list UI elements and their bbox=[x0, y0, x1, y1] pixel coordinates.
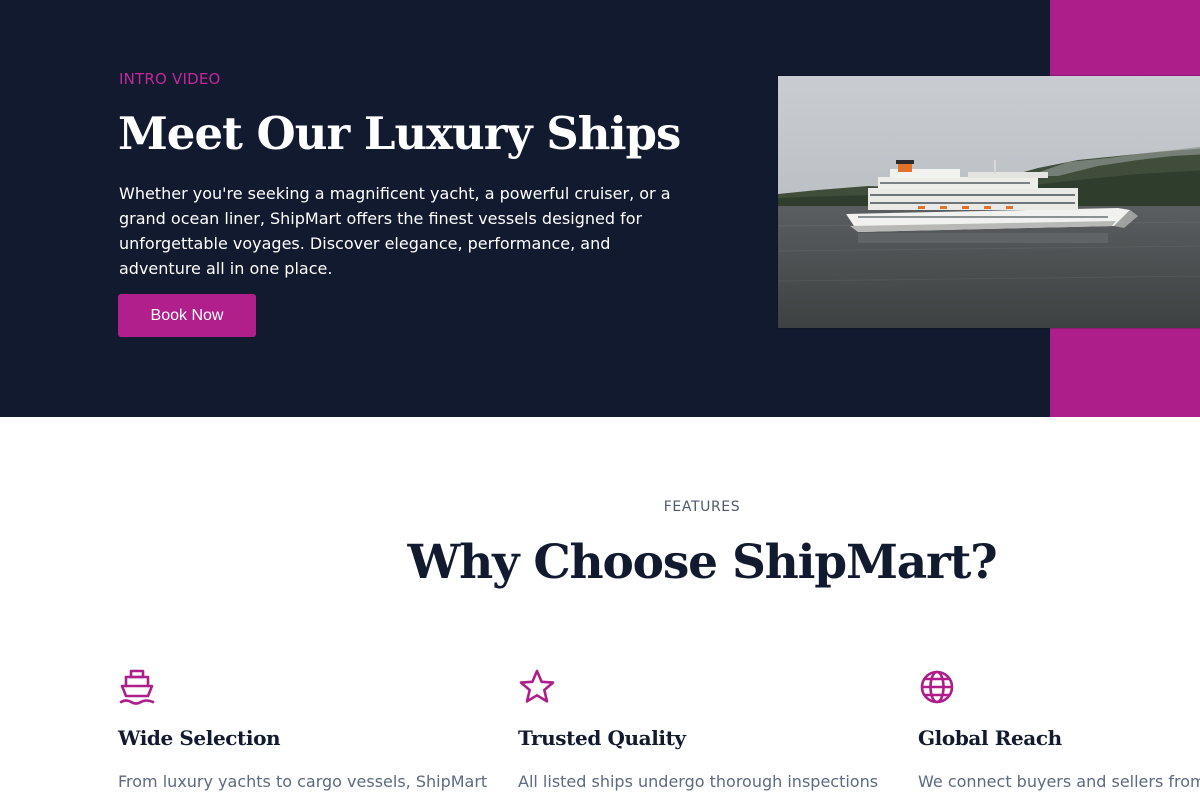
hero-title: Meet Our Luxury Ships bbox=[118, 107, 681, 160]
intro-video-thumbnail[interactable] bbox=[778, 76, 1200, 328]
feature-card-wide-selection: Wide Selection From luxury yachts to car… bbox=[118, 668, 498, 791]
star-icon bbox=[519, 669, 555, 703]
feature-title: Trusted Quality bbox=[518, 726, 686, 750]
globe-icon bbox=[920, 670, 954, 704]
feature-description: From luxury yachts to cargo vessels, Shi… bbox=[118, 772, 488, 791]
cruise-ship-image bbox=[778, 76, 1200, 328]
feature-description: All listed ships undergo thorough inspec… bbox=[518, 772, 879, 791]
intro-eyebrow: INTRO VIDEO bbox=[119, 70, 221, 88]
intro-video-section: INTRO VIDEO Meet Our Luxury Ships Whethe… bbox=[0, 0, 1200, 417]
features-eyebrow: FEATURES bbox=[663, 499, 741, 515]
hero-description: Whether you're seeking a magnificent yac… bbox=[119, 184, 671, 278]
ship-icon bbox=[119, 669, 155, 705]
feature-description: We connect buyers and sellers from bbox=[918, 772, 1200, 791]
feature-card-global-reach: Global Reach We connect buyers and selle… bbox=[918, 668, 1200, 791]
feature-title: Wide Selection bbox=[118, 726, 281, 750]
book-now-button[interactable]: Book Now bbox=[118, 294, 256, 337]
features-title: Why Choose ShipMart? bbox=[407, 535, 998, 590]
feature-card-trusted-quality: Trusted Quality All listed ships undergo… bbox=[518, 668, 898, 791]
feature-title: Global Reach bbox=[918, 726, 1062, 750]
